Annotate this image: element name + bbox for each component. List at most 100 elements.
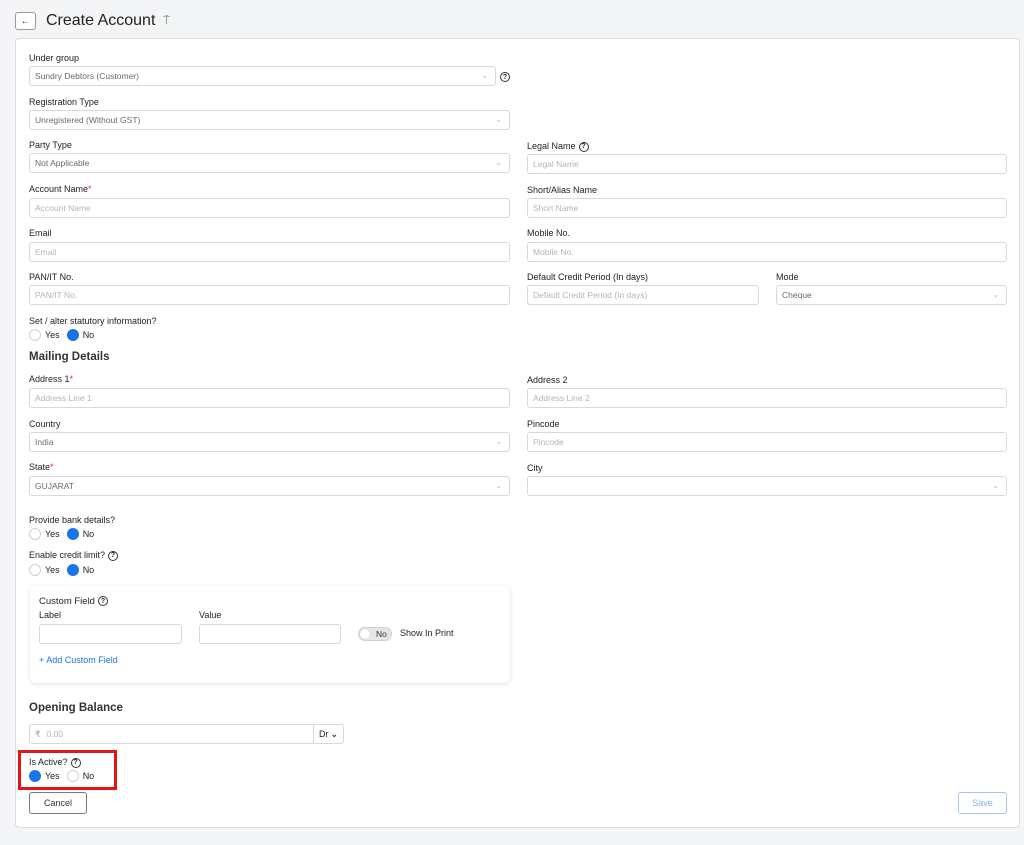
credit-limit-question: Enable credit limit?? bbox=[29, 550, 119, 561]
toggle-state-label: No bbox=[376, 629, 387, 639]
country-select[interactable]: India ⌄ bbox=[29, 432, 510, 452]
statutory-no-radio[interactable] bbox=[66, 329, 79, 341]
credit-limit-yes-radio[interactable] bbox=[29, 564, 41, 576]
custom-field-label-input[interactable] bbox=[39, 624, 182, 644]
short-name-placeholder: Short Name bbox=[533, 203, 579, 213]
statutory-yes-label: Yes bbox=[45, 330, 60, 340]
help-icon[interactable]: ? bbox=[97, 596, 108, 607]
state-value: GUJARAT bbox=[35, 481, 75, 491]
state-label-text: State bbox=[29, 462, 51, 472]
is-active-no-radio[interactable] bbox=[66, 770, 79, 782]
bank-no-radio[interactable] bbox=[66, 528, 79, 540]
under-group-value: Sundry Debtors (Customer) bbox=[35, 71, 139, 81]
bank-radio-group: Yes No bbox=[29, 528, 101, 540]
credit-period-input[interactable]: Default Credit Period (In days) bbox=[527, 285, 759, 305]
short-name-label: Short/Alias Name bbox=[527, 185, 598, 195]
opening-balance-placeholder: 0.00 bbox=[46, 729, 63, 739]
account-name-input[interactable]: Account Name bbox=[29, 198, 510, 218]
custom-field-card: Custom Field? Label Value No Show In Pri… bbox=[30, 586, 510, 683]
pincode-placeholder: Pincode bbox=[533, 437, 564, 447]
address1-input[interactable]: Address Line 1 bbox=[29, 388, 510, 408]
help-icon[interactable]: ? bbox=[500, 72, 510, 82]
pincode-input[interactable]: Pincode bbox=[527, 432, 1007, 452]
city-select[interactable]: ⌄ bbox=[527, 476, 1007, 496]
cancel-button[interactable]: Cancel bbox=[29, 792, 87, 814]
chevron-down-icon: ⌄ bbox=[330, 728, 339, 739]
mobile-label: Mobile No. bbox=[527, 228, 571, 238]
is-active-yes-radio[interactable] bbox=[29, 770, 41, 782]
bank-yes-radio[interactable] bbox=[29, 528, 41, 540]
registration-type-label: Registration Type bbox=[29, 97, 99, 107]
required-marker: * bbox=[69, 374, 74, 384]
under-group-select[interactable]: Sundry Debtors (Customer) ⌄ bbox=[29, 66, 496, 86]
chevron-down-icon: ⌄ bbox=[495, 115, 502, 124]
bank-yes-label: Yes bbox=[45, 529, 60, 539]
account-name-label-text: Account Name bbox=[29, 184, 89, 194]
is-active-question-text: Is Active? bbox=[29, 757, 68, 767]
help-icon[interactable]: ? bbox=[578, 141, 589, 152]
show-in-print-toggle[interactable]: No bbox=[358, 627, 392, 641]
state-label: State* bbox=[29, 462, 54, 472]
address1-label: Address 1* bbox=[29, 374, 73, 384]
is-active-no-label: No bbox=[82, 771, 95, 781]
party-type-select[interactable]: Not Applicable ⌄ bbox=[29, 153, 510, 173]
address2-input[interactable]: Address Line 2 bbox=[527, 388, 1007, 408]
registration-type-select[interactable]: Unregistered (Without GST) ⌄ bbox=[29, 110, 510, 130]
city-label: City bbox=[527, 463, 543, 473]
account-name-label: Account Name* bbox=[29, 184, 92, 194]
email-input[interactable]: Email bbox=[29, 242, 510, 262]
chevron-down-icon: ⌄ bbox=[495, 158, 502, 167]
pan-placeholder: PAN/IT No. bbox=[35, 290, 78, 300]
short-name-input[interactable]: Short Name bbox=[527, 198, 1007, 218]
country-label: Country bbox=[29, 419, 61, 429]
chevron-down-icon: ⌄ bbox=[992, 290, 999, 299]
statutory-yes-radio[interactable] bbox=[29, 329, 41, 341]
credit-limit-yes-label: Yes bbox=[45, 565, 60, 575]
credit-limit-radio-group: Yes No bbox=[29, 564, 101, 576]
legal-name-label: Legal Name? bbox=[527, 141, 589, 152]
party-type-label: Party Type bbox=[29, 140, 72, 150]
address2-label: Address 2 bbox=[527, 375, 568, 385]
email-label: Email bbox=[29, 228, 52, 238]
is-active-question: Is Active?? bbox=[29, 757, 81, 768]
chevron-down-icon: ⌄ bbox=[495, 481, 502, 490]
custom-field-value-input[interactable] bbox=[199, 624, 341, 644]
address1-placeholder: Address Line 1 bbox=[35, 393, 92, 403]
email-placeholder: Email bbox=[35, 247, 57, 257]
chevron-down-icon: ⌄ bbox=[992, 481, 999, 490]
statutory-question: Set / alter statutory information? bbox=[29, 316, 157, 326]
mode-value: Cheque bbox=[782, 290, 812, 300]
back-icon[interactable]: ← bbox=[15, 12, 36, 30]
page-title: Create Account bbox=[46, 12, 156, 29]
save-button[interactable]: Save bbox=[958, 792, 1007, 814]
opening-balance-title: Opening Balance bbox=[29, 702, 123, 714]
opening-balance-input[interactable]: ₹ 0.00 Dr ⌄ bbox=[29, 724, 344, 744]
create-account-form: Under group Sundry Debtors (Customer) ⌄ … bbox=[15, 38, 1020, 828]
custom-field-title: Custom Field? bbox=[39, 596, 108, 607]
legal-name-input[interactable]: Legal Name bbox=[527, 154, 1007, 174]
statutory-radio-group: Yes No bbox=[29, 329, 101, 341]
credit-limit-no-radio[interactable] bbox=[66, 564, 79, 576]
bank-details-question: Provide bank details? bbox=[29, 515, 116, 525]
dr-cr-value: Dr bbox=[318, 729, 329, 739]
account-name-placeholder: Account Name bbox=[35, 203, 91, 213]
mobile-input[interactable]: Mobile No. bbox=[527, 242, 1007, 262]
chevron-down-icon: ⌄ bbox=[481, 71, 488, 80]
legal-name-placeholder: Legal Name bbox=[533, 159, 579, 169]
dr-cr-select[interactable]: Dr ⌄ bbox=[313, 725, 343, 743]
mode-select[interactable]: Cheque ⌄ bbox=[776, 285, 1007, 305]
state-select[interactable]: GUJARAT ⌄ bbox=[29, 476, 510, 496]
custom-field-label-header: Label bbox=[39, 610, 62, 620]
page-header: ← Create Account ⍑ bbox=[15, 9, 170, 33]
add-custom-field-link[interactable]: + Add Custom Field bbox=[39, 655, 118, 665]
address2-placeholder: Address Line 2 bbox=[533, 393, 590, 403]
pin-icon[interactable]: ⍑ bbox=[163, 15, 170, 28]
help-icon[interactable]: ? bbox=[70, 757, 81, 768]
is-active-radio-group: Yes No bbox=[29, 770, 101, 782]
credit-limit-question-text: Enable credit limit? bbox=[29, 550, 106, 560]
help-icon[interactable]: ? bbox=[108, 550, 119, 561]
is-active-yes-label: Yes bbox=[45, 771, 60, 781]
statutory-no-label: No bbox=[82, 330, 95, 340]
legal-name-label-text: Legal Name bbox=[527, 141, 576, 151]
pan-input[interactable]: PAN/IT No. bbox=[29, 285, 510, 305]
